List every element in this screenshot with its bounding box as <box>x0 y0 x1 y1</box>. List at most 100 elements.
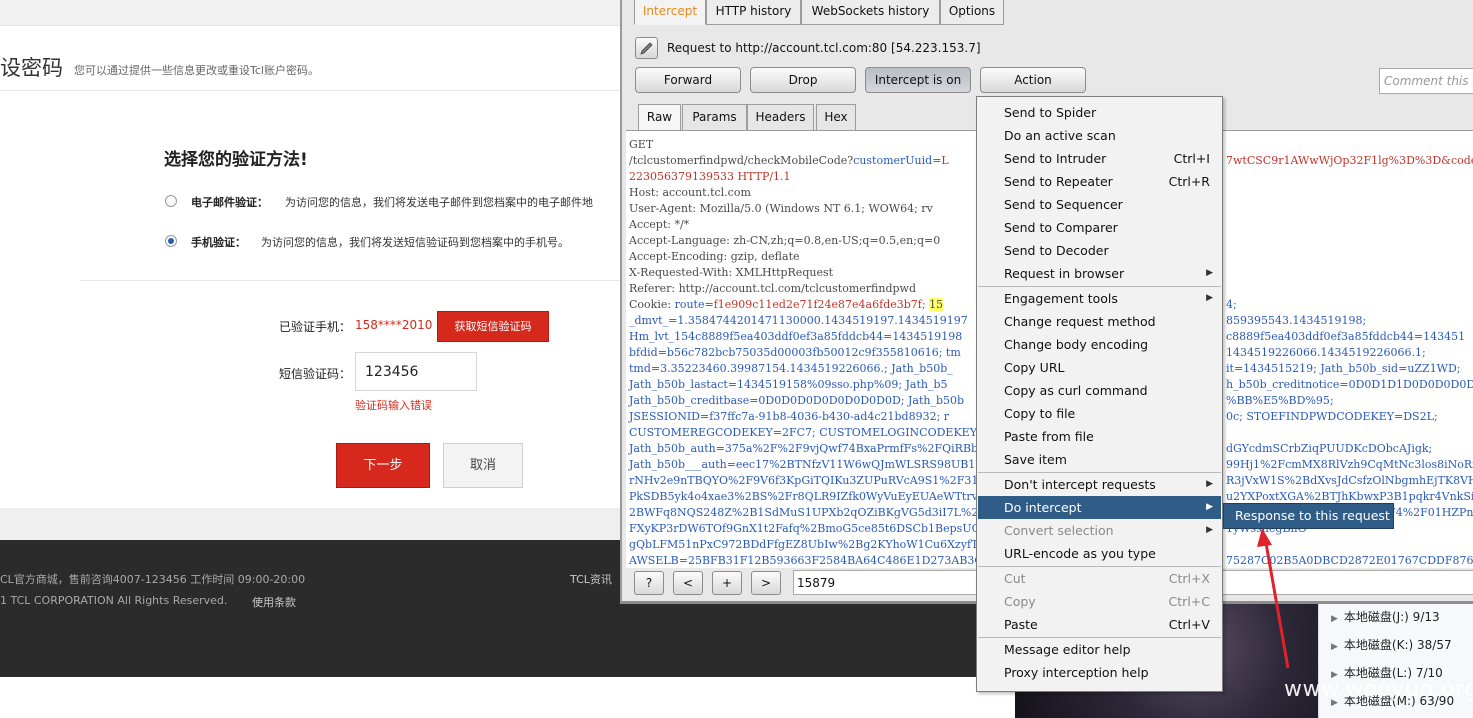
sms-code-input[interactable] <box>355 352 477 391</box>
request-line: Jath_b50b_creditbase=0D0D0D0D0D0D0D0D0D;… <box>629 394 965 407</box>
menu-item-label: URL-encode as you type <box>1004 546 1156 561</box>
menu-item-convert-selection: Convert selection ▶ <box>978 519 1221 542</box>
request-line-right <box>1226 233 1473 249</box>
request-line-right <box>1226 425 1473 441</box>
page-subtitle: 您可以通过提供一些信息更改或重设Tcl账户密码。 <box>74 64 319 77</box>
request-target: Request to http://account.tcl.com:80 [54… <box>667 41 981 55</box>
request-line: FXyKP3rDW6TOf9GnX1t2Fafq%2BmoG5ce85t6DSC… <box>629 522 993 535</box>
tab-websockets-history[interactable]: WebSockets history <box>801 0 940 25</box>
menu-item-paste[interactable]: Paste Ctrl+V <box>978 613 1221 636</box>
request-line: gQbLFM51nPxC972BDdFfgEZ8UbIw%2Bg2KYhoW1C… <box>629 538 991 551</box>
submenu-arrow-icon: ▶ <box>1206 502 1213 512</box>
phone-verify-label: 手机验证： <box>191 236 246 249</box>
add-search-button[interactable]: + <box>712 571 742 595</box>
page-title: 设密码 <box>0 56 63 80</box>
error-message: 验证码输入错误 <box>355 399 432 412</box>
menu-item-send-to-spider[interactable]: Send to Spider <box>978 101 1221 124</box>
request-line: bfdid=b56c782bcb75035d00003fb50012c9f355… <box>629 346 961 359</box>
drive-item[interactable]: ▶ 本地磁盘(J:) 9/13 <box>1331 608 1440 625</box>
request-line-right <box>1226 169 1473 185</box>
drive-item[interactable]: ▶ 本地磁盘(K:) 38/57 <box>1331 636 1452 653</box>
next-match-button[interactable]: > <box>751 571 781 595</box>
menu-item-label: Do an active scan <box>1004 128 1116 143</box>
menu-item-don-t-intercept-requests[interactable]: Don't intercept requests ▶ <box>978 473 1221 496</box>
menu-item-change-body-encoding[interactable]: Change body encoding <box>978 333 1221 356</box>
menu-item-paste-from-file[interactable]: Paste from file <box>978 425 1221 448</box>
previous-match-button[interactable]: < <box>673 571 703 595</box>
request-line-right <box>1226 537 1473 553</box>
menu-item-change-request-method[interactable]: Change request method <box>978 310 1221 333</box>
submenu-arrow-icon: ▶ <box>1206 268 1213 278</box>
footer-copyright: 1 TCL CORPORATION All Rights Reserved. <box>0 594 228 607</box>
expand-icon: ▶ <box>1331 642 1338 652</box>
request-line-right: dGYcdmSCrbZiqPUUDKcDObcAJigk; <box>1226 442 1433 455</box>
tab-headers[interactable]: Headers <box>747 104 814 130</box>
request-line-right: 859395543.1434519198; <box>1226 314 1367 327</box>
menu-item-label: Send to Comparer <box>1004 220 1118 235</box>
tab-options[interactable]: Options <box>940 0 1004 25</box>
request-line: Jath_b50b_auth=375a%2F%2F9vjQwf74BxaPrmf… <box>629 442 979 455</box>
menu-item-proxy-interception-help[interactable]: Proxy interception help <box>978 661 1221 684</box>
action-button[interactable]: Action <box>980 67 1086 93</box>
tab-raw[interactable]: Raw <box>638 104 681 130</box>
tab-params[interactable]: Params <box>682 104 747 130</box>
help-button[interactable]: ? <box>634 571 664 595</box>
menu-item-send-to-sequencer[interactable]: Send to Sequencer <box>978 193 1221 216</box>
menu-item-engagement-tools[interactable]: Engagement tools ▶ <box>978 287 1221 310</box>
tab-http-history[interactable]: HTTP history <box>706 0 801 25</box>
next-button[interactable]: 下一步 <box>336 443 430 488</box>
cancel-button[interactable]: 取消 <box>443 443 523 488</box>
verify-method-heading: 选择您的验证方法! <box>164 150 308 170</box>
email-verify-desc: 为访问您的信息，我们将发送电子邮件到您档案中的电子邮件地 <box>285 196 593 209</box>
footer-tcl-news-link[interactable]: TCL资讯 <box>570 571 612 587</box>
menu-item-copy-as-curl-command[interactable]: Copy as curl command <box>978 379 1221 402</box>
edit-pencil-icon[interactable] <box>635 37 658 59</box>
context-menu: Send to Spider Do an active scan Send to I… <box>976 96 1223 692</box>
tab-intercept[interactable]: Intercept <box>634 0 706 25</box>
drop-button[interactable]: Drop <box>750 67 856 93</box>
footer-band <box>0 508 620 540</box>
forward-button[interactable]: Forward <box>635 67 741 93</box>
menu-item-label: Send to Repeater <box>1004 174 1113 189</box>
web-top-bar <box>0 0 620 26</box>
menu-item-do-intercept[interactable]: Do intercept ▶ <box>978 496 1221 519</box>
menu-item-send-to-repeater[interactable]: Send to Repeater Ctrl+R <box>978 170 1221 193</box>
request-line-right: R3jVxW1S%2BdXvsJdCsfzOlNbgmhEjTK8VHK <box>1226 474 1473 487</box>
menu-item-copy-to-file[interactable]: Copy to file <box>978 402 1221 425</box>
intercept-toggle-button[interactable]: Intercept is on <box>865 67 971 93</box>
sms-code-label: 短信验证码： <box>279 367 352 381</box>
request-line-right <box>1226 281 1473 297</box>
menu-item-copy-url[interactable]: Copy URL <box>978 356 1221 379</box>
menu-item-do-an-active-scan[interactable]: Do an active scan <box>978 124 1221 147</box>
menu-item-label: Send to Intruder <box>1004 151 1107 166</box>
submenu-response-to-this-request[interactable]: Response to this request <box>1223 503 1394 529</box>
menu-item-message-editor-help[interactable]: Message editor help <box>978 638 1221 661</box>
phone-verify-desc: 为访问您的信息，我们将发送短信验证码到您档案中的手机号。 <box>261 236 569 249</box>
footer-terms-link[interactable]: 使用条款 <box>252 594 296 610</box>
menu-item-label: Message editor help <box>1004 642 1131 657</box>
watermark: www.wooyun.org <box>1284 677 1473 702</box>
request-line: User-Agent: Mozilla/5.0 (Windows NT 6.1;… <box>629 202 933 215</box>
get-sms-code-button[interactable]: 获取短信验证码 <box>437 311 549 342</box>
email-verify-radio[interactable] <box>165 195 177 207</box>
menu-item-send-to-intruder[interactable]: Send to Intruder Ctrl+I <box>978 147 1221 170</box>
menu-item-label: Paste <box>1004 617 1038 632</box>
menu-item-send-to-comparer[interactable]: Send to Comparer <box>978 216 1221 239</box>
menu-item-request-in-browser[interactable]: Request in browser ▶ <box>978 262 1221 285</box>
menu-item-label: Proxy interception help <box>1004 665 1149 680</box>
request-line: JSESSIONID=f37ffc7a-91b8-4036-b430-ad4c2… <box>629 410 950 423</box>
menu-item-send-to-decoder[interactable]: Send to Decoder <box>978 239 1221 262</box>
phone-verify-radio[interactable] <box>165 235 177 247</box>
comment-field[interactable]: Comment this it <box>1379 68 1473 94</box>
submenu-arrow-icon: ▶ <box>1206 525 1213 535</box>
request-line: CUSTOMEREGCODEKEY=2FC7; CUSTOMELOGINCODE… <box>629 426 1019 439</box>
menu-item-label: Paste from file <box>1004 429 1094 444</box>
menu-item-save-item[interactable]: Save item <box>978 448 1221 471</box>
request-line: Host: account.tcl.com <box>629 186 751 199</box>
menu-item-label: Copy URL <box>1004 360 1065 375</box>
menu-item-url-encode-as-you-type[interactable]: URL-encode as you type <box>978 542 1221 565</box>
menu-item-label: Copy <box>1004 594 1036 609</box>
email-verify-label: 电子邮件验证： <box>191 196 268 209</box>
tab-hex[interactable]: Hex <box>816 104 856 130</box>
request-line-right: it=1434515219; Jath_b50b_sid=uZZ1WD; <box>1226 362 1461 375</box>
